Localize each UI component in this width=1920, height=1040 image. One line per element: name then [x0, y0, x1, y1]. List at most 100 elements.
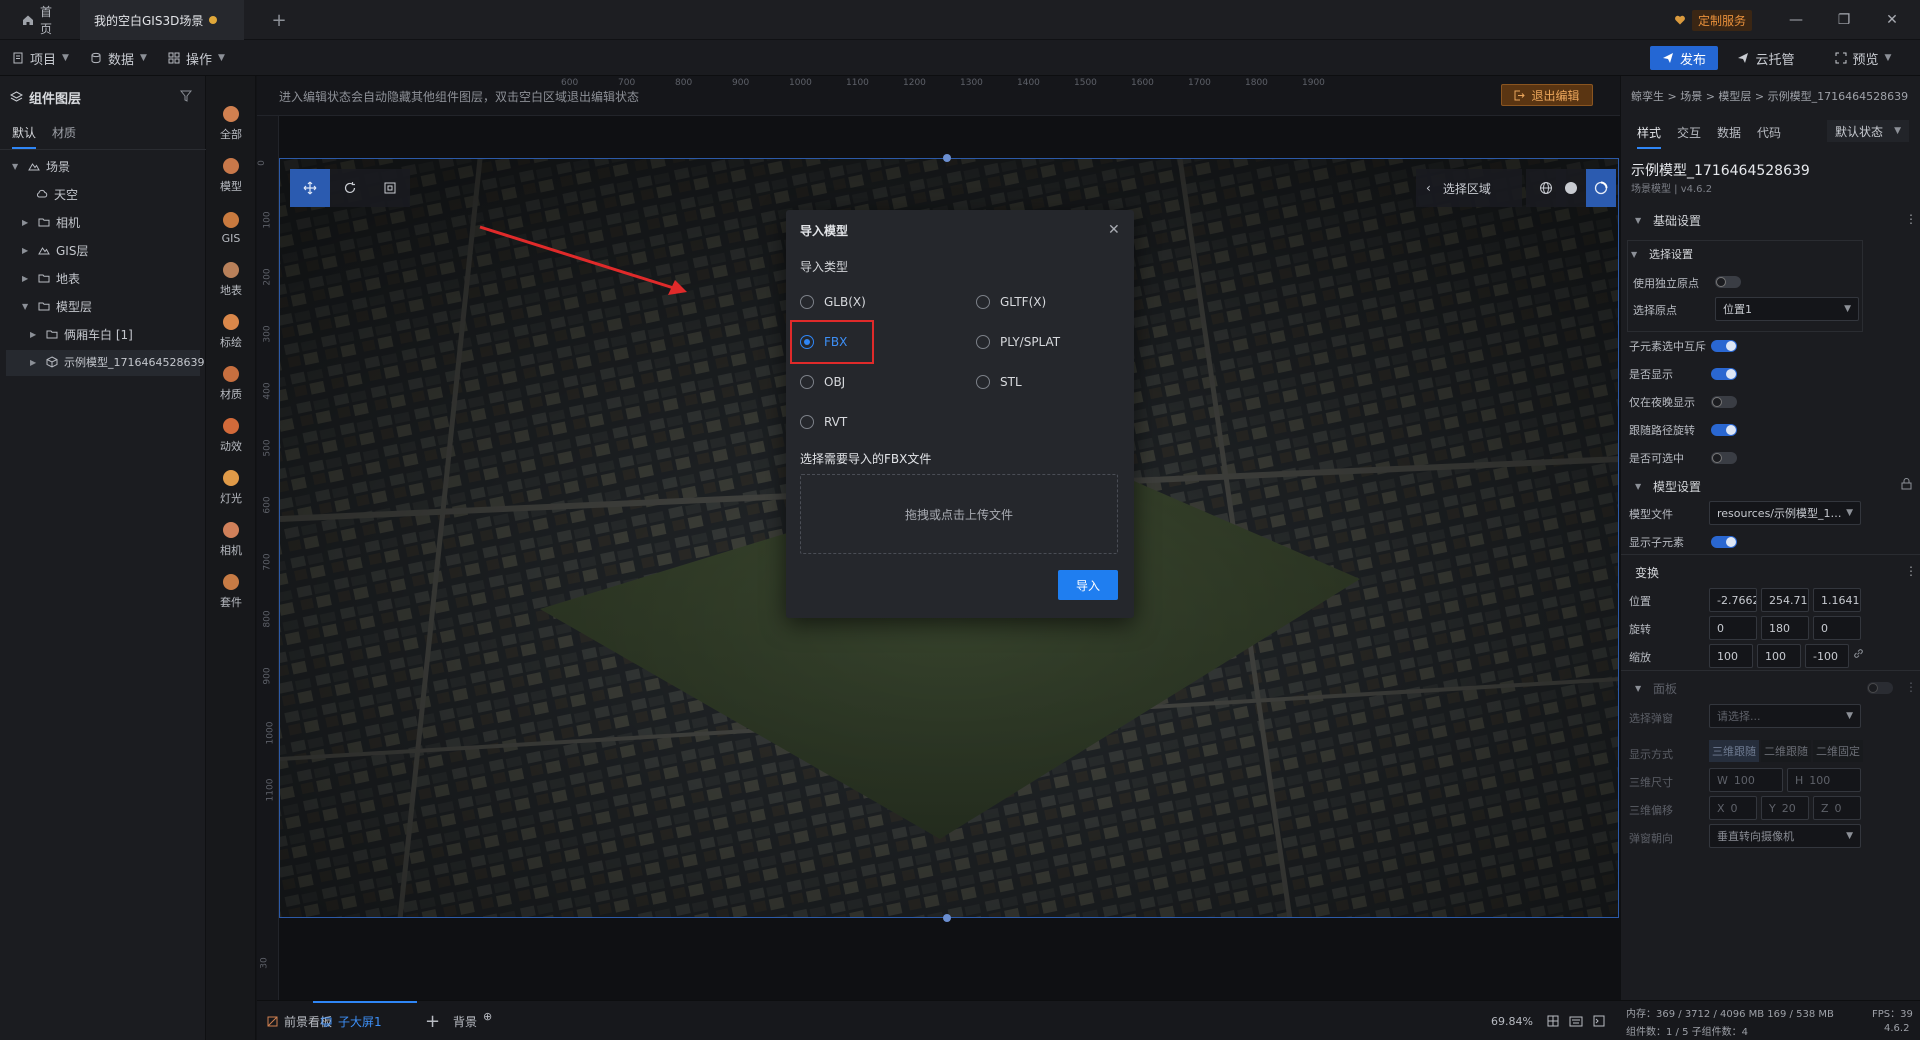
display-mode-2d-fixed[interactable]: 二维固定 — [1813, 740, 1863, 762]
section-basic[interactable]: ▼ 基础设置 — [1635, 208, 1701, 232]
tree-item-sample-model[interactable]: ▶ 示例模型_1716464528639 — [30, 348, 204, 376]
custom-service-button[interactable]: 定制服务 — [1674, 9, 1753, 31]
tab-data[interactable]: 数据 — [1717, 124, 1741, 141]
category-button[interactable]: 材质 — [206, 358, 256, 410]
category-button[interactable]: 地表 — [206, 254, 256, 306]
menu-operate[interactable]: 操作 ▼ — [168, 40, 225, 76]
radio-fbx[interactable]: FBX — [800, 332, 847, 352]
radio-obj[interactable]: OBJ — [800, 372, 845, 392]
edit-hint: 进入编辑状态会自动隐藏其他组件图层，双击空白区域退出编辑状态 — [279, 90, 640, 104]
exit-edit-button[interactable]: 退出编辑 — [1501, 84, 1593, 106]
selectable-toggle[interactable] — [1711, 452, 1737, 464]
lock-icon[interactable] — [1901, 478, 1912, 490]
add-screen-button[interactable]: + — [425, 1001, 440, 1040]
scale-z-input[interactable]: -100 — [1805, 644, 1849, 668]
tree-item-gis[interactable]: ▶ GIS层 — [22, 236, 88, 264]
tree-item-scene[interactable]: ▼ 场景 — [12, 152, 70, 180]
tab-scene[interactable]: 我的空白GIS3D场景 — [80, 0, 244, 40]
night-only-toggle[interactable] — [1711, 396, 1737, 408]
category-button[interactable]: 标绘 — [206, 306, 256, 358]
radio-glb[interactable]: GLB(X) — [800, 292, 866, 312]
tree-item-surface[interactable]: ▶ 地表 — [22, 264, 80, 292]
tab-code[interactable]: 代码 — [1757, 124, 1781, 141]
section-transform[interactable]: 变换 — [1635, 560, 1659, 584]
rotation-y-input[interactable]: 180 — [1761, 616, 1809, 640]
offset-z-input[interactable]: Z0 — [1813, 796, 1861, 820]
display-mode-3d-follow[interactable]: 三维跟随 — [1709, 740, 1759, 762]
offset-x-input[interactable]: X0 — [1709, 796, 1757, 820]
popup-select[interactable]: 请选择... ▼ — [1709, 704, 1861, 728]
import-button[interactable]: 导入 — [1058, 570, 1118, 600]
restore-button[interactable]: ❐ — [1820, 0, 1868, 40]
tab-default[interactable]: 默认 — [12, 124, 37, 149]
tab-interaction[interactable]: 交互 — [1677, 124, 1701, 141]
show-children-toggle[interactable] — [1711, 536, 1737, 548]
filter-icon[interactable] — [180, 90, 192, 102]
position-y-input[interactable]: 254.71267 — [1761, 588, 1809, 612]
popup-facing-select[interactable]: 垂直转向摄像机 ▼ — [1709, 824, 1861, 848]
child-exclusive-toggle[interactable] — [1711, 340, 1737, 352]
more-icon[interactable]: ⋮ — [1905, 212, 1917, 226]
rotation-x-input[interactable]: 0 — [1709, 616, 1757, 640]
category-button[interactable]: 灯光 — [206, 462, 256, 514]
minimize-button[interactable]: — — [1772, 0, 1820, 40]
radio-rvt[interactable]: RVT — [800, 412, 847, 432]
tab-background[interactable]: 背景 ⊕ — [453, 1001, 492, 1040]
offset-y-input[interactable]: Y 20 — [1761, 796, 1809, 820]
menu-data[interactable]: 数据 ▼ — [90, 40, 147, 76]
size-h-input[interactable]: H 100 — [1787, 768, 1861, 792]
scale-y-input[interactable]: 100 — [1757, 644, 1801, 668]
close-icon[interactable]: ✕ — [1108, 222, 1120, 238]
use-origin-toggle[interactable] — [1715, 276, 1741, 288]
origin-select[interactable]: 位置1 ▼ — [1715, 297, 1859, 321]
category-button[interactable]: 套件 — [206, 566, 256, 618]
section-select[interactable]: ▼ 选择设置 — [1631, 242, 1693, 266]
position-z-input[interactable]: 1.16415321 — [1813, 588, 1861, 612]
preview-button[interactable]: 预览 ▼ — [1818, 46, 1908, 70]
tab-child-screen[interactable]: 子大屏1 — [321, 1001, 382, 1040]
follow-path-toggle[interactable] — [1711, 424, 1737, 436]
more-icon[interactable]: ⋮ — [1905, 564, 1917, 578]
link-icon[interactable] — [1853, 648, 1864, 659]
state-select[interactable]: 默认状态 ▼ — [1827, 120, 1909, 142]
radio-stl[interactable]: STL — [976, 372, 1022, 392]
radio-ply-splat[interactable]: PLY/SPLAT — [976, 332, 1060, 352]
category-button[interactable]: 全部 — [206, 98, 256, 150]
rotation-z-input[interactable]: 0 — [1813, 616, 1861, 640]
display-mode-2d-follow[interactable]: 二维跟随 — [1761, 740, 1811, 762]
category-button[interactable]: GIS — [206, 202, 256, 254]
terminal-icon[interactable] — [1593, 1001, 1605, 1040]
cloud-host-button[interactable]: 云托管 — [1730, 46, 1802, 70]
radio-label: PLY/SPLAT — [1000, 335, 1061, 349]
ruler-tick-label: 1600 — [1131, 78, 1154, 88]
tree-item-model-layer[interactable]: ▼ 模型层 — [22, 292, 92, 320]
scale-x-input[interactable]: 100 — [1709, 644, 1753, 668]
tree-item-sky[interactable]: 天空 — [36, 180, 78, 208]
section-model[interactable]: ▼ 模型设置 — [1635, 474, 1701, 498]
upload-dropzone[interactable]: 拖拽或点击上传文件 — [800, 474, 1118, 554]
position-x-input[interactable]: -2.766297 — [1709, 588, 1757, 612]
size-w-input[interactable]: W 100 — [1709, 768, 1783, 792]
category-button[interactable]: 模型 — [206, 150, 256, 202]
menu-project[interactable]: 项目 ▼ — [12, 40, 69, 76]
model-file-label: 模型文件 — [1629, 508, 1673, 521]
close-window-button[interactable]: ✕ — [1868, 0, 1916, 40]
tab-style[interactable]: 样式 — [1637, 124, 1662, 149]
is-visible-toggle[interactable] — [1711, 368, 1737, 380]
offset-3d-label: 三维偏移 — [1629, 804, 1673, 817]
panel-toggle[interactable] — [1867, 682, 1893, 694]
tab-home[interactable]: 首页 — [8, 0, 74, 40]
add-tab-button[interactable]: + — [268, 9, 290, 31]
radio-gltf[interactable]: GLTF(X) — [976, 292, 1046, 312]
tree-item-camera[interactable]: ▶ 相机 — [22, 208, 80, 236]
category-button[interactable]: 相机 — [206, 514, 256, 566]
tab-material[interactable]: 材质 — [52, 124, 76, 141]
model-file-select[interactable]: resources/示例模型_171646... ▼ — [1709, 501, 1861, 525]
tree-item-car[interactable]: ▶ 俩厢车白 [1] — [30, 320, 133, 348]
keyboard-icon[interactable] — [1569, 1001, 1583, 1040]
more-icon[interactable]: ⋮ — [1905, 680, 1917, 694]
publish-button[interactable]: 发布 — [1650, 46, 1718, 70]
category-button[interactable]: 动效 — [206, 410, 256, 462]
section-panel[interactable]: ▼ 面板 — [1635, 676, 1677, 700]
fit-screen-icon[interactable] — [1547, 1001, 1559, 1040]
